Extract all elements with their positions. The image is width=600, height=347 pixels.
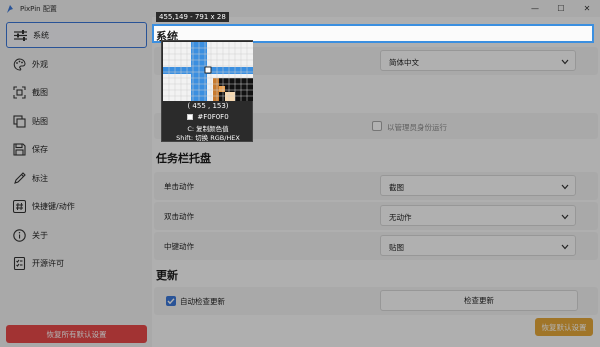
hash-icon — [12, 199, 26, 213]
reset-default-button[interactable]: 恢复默认设置 — [535, 318, 593, 336]
color-swatch — [187, 114, 194, 120]
update-row: 自动检查更新 检查更新 — [154, 287, 598, 315]
check-icon — [167, 298, 175, 305]
pencil-icon — [12, 171, 26, 185]
language-select[interactable]: 简体中文 — [380, 50, 576, 71]
sidebar-item-about[interactable]: 关于 — [6, 222, 147, 248]
sidebar-item-label: 外观 — [32, 59, 48, 69]
shift-toggle-hint: Shift: 切换 RGB/HEX — [176, 134, 240, 142]
sidebar-item-label: 标注 — [32, 173, 48, 183]
auto-check-label: 自动检查更新 — [180, 297, 225, 306]
check-update-button[interactable]: 检查更新 — [380, 290, 578, 311]
magnifier-pixel-grid — [163, 42, 253, 101]
pin-image-icon — [12, 114, 26, 128]
info-icon — [12, 228, 26, 242]
sidebar-item-label: 快捷键/动作 — [32, 201, 75, 211]
window-title: PixPin 配置 — [20, 4, 57, 13]
minimize-button[interactable]: — — [522, 0, 548, 17]
select-value: 贴图 — [389, 243, 404, 252]
maximize-button[interactable]: ☐ — [548, 0, 574, 17]
chevron-down-icon — [561, 213, 569, 220]
select-value: 简体中文 — [389, 58, 419, 67]
sidebar-item-save[interactable]: 保存 — [6, 136, 147, 162]
sidebar-item-label: 系统 — [33, 30, 49, 40]
chevron-down-icon — [561, 243, 569, 250]
tray-row-middle-click: 中键动作 贴图 — [154, 232, 598, 260]
row-label: 单击动作 — [164, 182, 194, 191]
sidebar-item-annotate[interactable]: 标注 — [6, 165, 147, 191]
chevron-down-icon — [561, 183, 569, 190]
close-button[interactable]: ✕ — [574, 0, 600, 17]
sidebar-item-label: 关于 — [32, 230, 48, 240]
sidebar-item-appearance[interactable]: 外观 — [6, 51, 147, 77]
select-value: 无动作 — [389, 213, 412, 222]
row-label: 中键动作 — [164, 242, 194, 251]
sidebar-item-label: 截图 — [32, 87, 48, 97]
color-magnifier: ( 455 , 153) #F0F0F0 C: 复制颜色值 Shift: 切换 … — [161, 40, 253, 142]
tray-row-double-click: 双击动作 无动作 — [154, 202, 598, 230]
screenshot-icon — [12, 85, 26, 99]
sidebar-item-label: 保存 — [32, 144, 48, 154]
select-value: 截图 — [389, 183, 404, 192]
sidebar-item-label: 开源许可 — [32, 258, 64, 268]
single-click-select[interactable]: 截图 — [380, 175, 576, 196]
auto-check-checkbox[interactable] — [166, 296, 176, 306]
section-title-update: 更新 — [156, 269, 178, 282]
selection-size-label: 455,149 - 791 x 28 — [156, 12, 229, 22]
sliders-icon — [13, 28, 27, 42]
double-click-select[interactable]: 无动作 — [380, 205, 576, 226]
middle-click-select[interactable]: 贴图 — [380, 235, 576, 256]
sidebar-item-license[interactable]: 开源许可 — [6, 250, 147, 276]
cursor-coordinates: ( 455 , 153) — [187, 102, 229, 110]
sidebar-item-system[interactable]: 系统 — [6, 22, 147, 48]
run-as-admin-label: 以管理员身份运行 — [387, 123, 447, 132]
palette-icon — [12, 57, 26, 71]
pixpin-logo-icon — [4, 3, 16, 15]
run-as-admin-checkbox[interactable] — [372, 121, 382, 131]
license-icon — [12, 256, 26, 270]
sidebar: 系统 外观 截图 贴图 保存 标注 快捷键/动作 关于 开源许可 恢复所有默认设… — [0, 17, 152, 347]
sidebar-item-shortcuts[interactable]: 快捷键/动作 — [6, 193, 147, 219]
sidebar-item-screenshot[interactable]: 截图 — [6, 79, 147, 105]
row-label: 双击动作 — [164, 212, 194, 221]
save-icon — [12, 142, 26, 156]
sidebar-item-pin[interactable]: 贴图 — [6, 108, 147, 134]
reset-all-button[interactable]: 恢复所有默认设置 — [6, 325, 147, 343]
sidebar-item-label: 贴图 — [32, 116, 48, 126]
tray-row-click: 单击动作 截图 — [154, 172, 598, 200]
chevron-down-icon — [561, 58, 569, 65]
color-hex-value: #F0F0F0 — [197, 113, 229, 121]
section-title-tray: 任务栏托盘 — [156, 152, 211, 165]
title-bar: PixPin 配置 — ☐ ✕ — [0, 0, 600, 17]
